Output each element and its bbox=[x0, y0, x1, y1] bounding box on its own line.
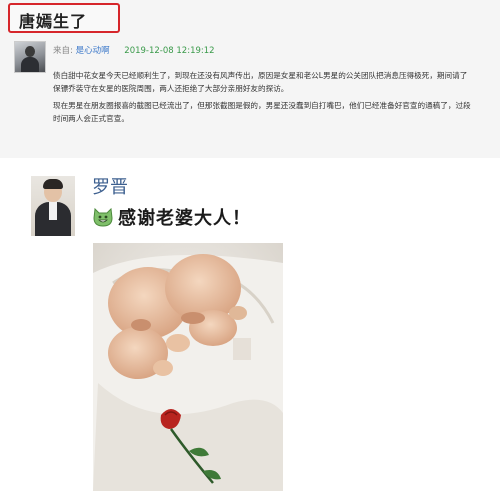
post-caption: 感谢老婆大人！ bbox=[92, 204, 251, 230]
article-paragraph-1: 债白甜中花女星今天已经顺利生了，到现在还没有风声传出，原因是女星和老公L男星的公… bbox=[53, 71, 468, 93]
newborn-twins-photo[interactable] bbox=[93, 243, 283, 491]
post-text: 感谢老婆大人！ bbox=[118, 208, 251, 229]
section-divider bbox=[0, 158, 500, 168]
newborn-twins-illustration bbox=[93, 243, 283, 491]
post-headline: 唐嫣生了 bbox=[19, 12, 88, 31]
source-link[interactable]: 是心动啊 bbox=[76, 46, 110, 56]
post-username[interactable]: 罗晋 bbox=[92, 173, 128, 199]
user-avatar[interactable] bbox=[31, 176, 75, 236]
article-body: 债白甜中花女星今天已经顺利生了，到现在还没有风声传出，原因是女星和老公L男星的公… bbox=[53, 69, 473, 129]
post-datetime: 2019-12-08 12:19:12 bbox=[124, 46, 215, 56]
source-label: 来自: bbox=[53, 46, 73, 56]
headline-highlight-box: 唐嫣生了 bbox=[8, 3, 120, 33]
post-meta: 来自: 是心动啊 2019-12-08 12:19:12 bbox=[53, 44, 215, 56]
article-paragraph-2: 现在男星在朋友圈报喜的截图已经流出了，但那张截图是假的，男星还没蠢到自打嘴巴，他… bbox=[53, 101, 471, 123]
news-post-card: 唐嫣生了 来自: 是心动啊 2019-12-08 12:19:12 债白甜中花女… bbox=[0, 0, 500, 158]
grinning-cat-emoji-icon bbox=[93, 207, 113, 227]
poster-avatar[interactable] bbox=[14, 41, 46, 73]
moments-post-card: 罗晋 感谢老婆大人！ bbox=[0, 168, 500, 495]
